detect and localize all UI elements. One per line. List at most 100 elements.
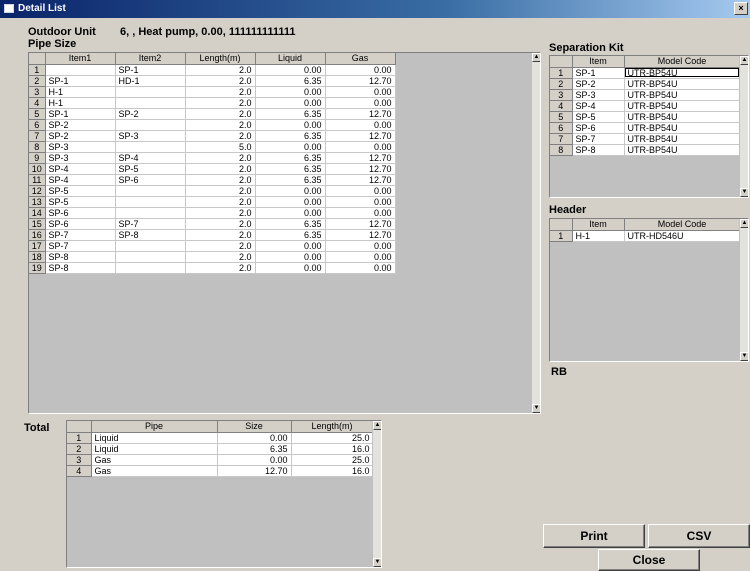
- table-cell[interactable]: SP-5: [45, 196, 116, 208]
- column-header[interactable]: Gas: [325, 53, 396, 65]
- table-cell[interactable]: 2.0: [185, 218, 256, 230]
- table-cell[interactable]: 12.70: [325, 174, 396, 186]
- row-number[interactable]: 1: [67, 432, 92, 444]
- table-cell[interactable]: 12.70: [325, 75, 396, 87]
- table-cell[interactable]: UTR-BP54U: [624, 89, 741, 101]
- table-cell[interactable]: 12.70: [325, 130, 396, 142]
- column-header[interactable]: Length(m): [291, 421, 374, 433]
- table-cell[interactable]: [115, 141, 186, 153]
- row-number[interactable]: 11: [29, 174, 46, 186]
- column-header[interactable]: [550, 56, 573, 68]
- table-cell[interactable]: 5.0: [185, 141, 256, 153]
- table-row[interactable]: 3 Gas 0.00 25.0: [67, 454, 374, 466]
- table-cell[interactable]: 2.0: [185, 152, 256, 164]
- row-number[interactable]: 14: [29, 207, 46, 219]
- row-number[interactable]: 3: [67, 454, 92, 466]
- table-row[interactable]: 13 SP-5 2.0 0.00 0.00: [29, 196, 396, 208]
- table-cell[interactable]: 2.0: [185, 229, 256, 241]
- table-cell[interactable]: SP-6: [572, 122, 625, 134]
- table-row[interactable]: 6 SP-6 UTR-BP54U: [550, 122, 741, 134]
- column-header[interactable]: Item2: [115, 53, 186, 65]
- column-header[interactable]: Model Code: [624, 56, 741, 68]
- table-cell[interactable]: 2.0: [185, 64, 256, 76]
- table-row[interactable]: 4 Gas 12.70 16.0: [67, 465, 374, 477]
- row-number[interactable]: 7: [29, 130, 46, 142]
- table-cell[interactable]: H-1: [572, 230, 625, 242]
- table-cell[interactable]: [115, 196, 186, 208]
- header-scrollbar[interactable]: ▲ ▼: [739, 219, 748, 361]
- table-cell[interactable]: SP-1: [45, 108, 116, 120]
- table-cell[interactable]: 0.00: [325, 141, 396, 153]
- total-scrollbar[interactable]: ▲ ▼: [372, 421, 381, 567]
- table-cell[interactable]: SP-8: [115, 229, 186, 241]
- header-grid[interactable]: Item Model Code 1 H-1 UTR-HD546U ▲ ▼: [549, 218, 749, 362]
- table-cell[interactable]: Liquid: [91, 443, 218, 455]
- table-cell[interactable]: SP-8: [572, 144, 625, 156]
- table-cell[interactable]: SP-2: [572, 78, 625, 90]
- table-cell[interactable]: 0.00: [325, 119, 396, 131]
- table-cell[interactable]: UTR-BP54U: [624, 100, 741, 112]
- scroll-down-icon[interactable]: ▼: [740, 188, 748, 197]
- table-cell[interactable]: SP-5: [572, 111, 625, 123]
- table-cell[interactable]: SP-7: [115, 218, 186, 230]
- row-number[interactable]: 2: [29, 75, 46, 87]
- row-number[interactable]: 8: [550, 144, 573, 156]
- row-number[interactable]: 15: [29, 218, 46, 230]
- scroll-down-icon[interactable]: ▼: [373, 558, 381, 567]
- column-header[interactable]: Pipe: [91, 421, 218, 433]
- table-cell[interactable]: 0.00: [325, 240, 396, 252]
- table-cell[interactable]: SP-3: [45, 141, 116, 153]
- table-cell[interactable]: 2.0: [185, 240, 256, 252]
- table-cell[interactable]: 0.00: [325, 251, 396, 263]
- column-header[interactable]: Item: [572, 219, 625, 231]
- table-cell[interactable]: 2.0: [185, 207, 256, 219]
- table-cell[interactable]: 0.00: [255, 240, 326, 252]
- table-cell[interactable]: 0.00: [255, 262, 326, 274]
- table-row[interactable]: 2 Liquid 6.35 16.0: [67, 443, 374, 455]
- table-cell[interactable]: 2.0: [185, 196, 256, 208]
- table-cell[interactable]: Gas: [91, 454, 218, 466]
- row-number[interactable]: 1: [550, 67, 573, 79]
- table-cell[interactable]: 2.0: [185, 119, 256, 131]
- table-cell[interactable]: [45, 64, 116, 76]
- scroll-up-icon[interactable]: ▲: [740, 56, 748, 65]
- table-cell[interactable]: UTR-HD546U: [624, 230, 741, 242]
- table-cell[interactable]: SP-3: [115, 130, 186, 142]
- table-cell[interactable]: UTR-BP54U: [624, 144, 741, 156]
- table-cell[interactable]: [115, 119, 186, 131]
- table-cell[interactable]: 2.0: [185, 185, 256, 197]
- table-cell[interactable]: SP-2: [45, 130, 116, 142]
- print-button[interactable]: Print: [543, 524, 645, 548]
- table-cell[interactable]: SP-1: [572, 67, 625, 79]
- table-cell[interactable]: 2.0: [185, 75, 256, 87]
- table-cell[interactable]: SP-4: [45, 174, 116, 186]
- table-row[interactable]: 4 SP-4 UTR-BP54U: [550, 100, 741, 112]
- row-number[interactable]: 16: [29, 229, 46, 241]
- table-cell[interactable]: SP-1: [115, 64, 186, 76]
- column-header[interactable]: Model Code: [624, 219, 741, 231]
- table-cell[interactable]: 2.0: [185, 86, 256, 98]
- table-cell[interactable]: 12.70: [325, 163, 396, 175]
- row-number[interactable]: 3: [550, 89, 573, 101]
- table-cell[interactable]: 12.70: [217, 465, 292, 477]
- table-cell[interactable]: [115, 207, 186, 219]
- table-cell[interactable]: 6.35: [255, 174, 326, 186]
- table-row[interactable]: 1 H-1 UTR-HD546U: [550, 230, 741, 242]
- row-number[interactable]: 2: [550, 78, 573, 90]
- table-row[interactable]: 1 SP-1 2.0 0.00 0.00: [29, 64, 396, 76]
- table-cell[interactable]: SP-7: [45, 229, 116, 241]
- table-cell[interactable]: SP-4: [572, 100, 625, 112]
- column-header[interactable]: [29, 53, 46, 65]
- table-cell[interactable]: UTR-BP54U: [624, 67, 741, 79]
- table-cell[interactable]: 0.00: [217, 432, 292, 444]
- table-cell[interactable]: [115, 240, 186, 252]
- table-row[interactable]: 18 SP-8 2.0 0.00 0.00: [29, 251, 396, 263]
- window-titlebar[interactable]: Detail List ×: [0, 0, 750, 18]
- table-row[interactable]: 1 Liquid 0.00 25.0: [67, 432, 374, 444]
- table-cell[interactable]: 0.00: [325, 86, 396, 98]
- window-close-button[interactable]: ×: [734, 2, 748, 15]
- table-cell[interactable]: SP-6: [45, 218, 116, 230]
- table-cell[interactable]: 0.00: [255, 207, 326, 219]
- table-cell[interactable]: 0.00: [325, 207, 396, 219]
- pipe-size-grid[interactable]: Item1 Item2 Length(m) Liquid Gas 1 SP-1 2.0 0.0…: [28, 52, 541, 414]
